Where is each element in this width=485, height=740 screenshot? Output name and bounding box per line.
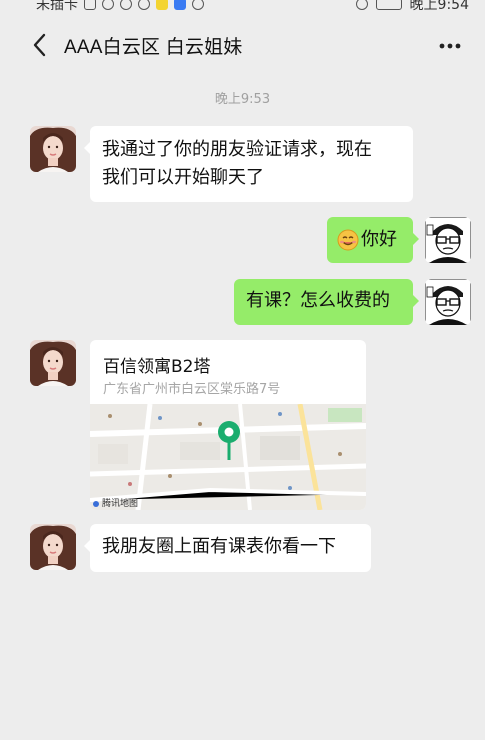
smile-emoji-icon — [337, 229, 359, 251]
message-text: 你好 — [361, 229, 397, 250]
chat-title: AAA白云区 白云姐妹 — [64, 37, 243, 58]
location-address: 广东省广州市白云区棠乐路7号 — [103, 382, 281, 397]
location-card[interactable]: 百信领寓B2塔 广东省广州市白云区棠乐路7号 腾讯地图 — [90, 340, 366, 510]
message-text: 我朋友圈上面有课表你看一下 — [102, 536, 336, 557]
chat-header: AAA白云区 白云姐妹 — [0, 22, 485, 68]
carrier-text: 未插卡 — [36, 0, 78, 12]
more-options-icon[interactable] — [437, 34, 463, 58]
alarm-icon — [120, 0, 132, 10]
message-text-line: 我通过了你的朋友验证请求，现在 — [102, 139, 372, 160]
sim-icon — [84, 0, 96, 10]
contact-avatar[interactable] — [30, 340, 76, 386]
battery-icon — [375, 0, 402, 10]
message-bubble[interactable]: 我朋友圈上面有课表你看一下 — [84, 524, 371, 572]
message-bubble-self[interactable]: 你好 — [327, 217, 419, 263]
my-avatar[interactable] — [425, 217, 471, 263]
message-text: 有课？怎么收费的 — [246, 290, 390, 311]
eye-icon — [355, 0, 368, 10]
message-bubble-self[interactable]: 有课？怎么收费的 — [234, 279, 419, 325]
wifi-icon — [102, 0, 114, 10]
map-credit: 腾讯地图 — [102, 499, 139, 509]
location-map[interactable] — [90, 404, 366, 510]
message-text-line: 我们可以开始聊天了 — [102, 167, 264, 188]
contact-avatar[interactable] — [30, 524, 76, 570]
shield-icon — [138, 0, 150, 10]
message-bubble[interactable]: 我通过了你的朋友验证请求，现在 我们可以开始聊天了 — [84, 126, 413, 202]
app-notification-icon — [156, 0, 168, 10]
location-name: 百信领寓B2塔 — [103, 357, 211, 377]
clock-text: 晚上9:54 — [409, 0, 469, 12]
contact-avatar[interactable] — [30, 126, 76, 172]
my-avatar[interactable] — [425, 279, 471, 325]
message-time-divider: 晚上9:53 — [214, 92, 271, 107]
status-bar: 未插卡 晚上9:54 — [0, 0, 485, 12]
back-arrow-icon[interactable] — [28, 30, 54, 60]
weibo-icon — [192, 0, 204, 10]
app-notification-icon-2 — [174, 0, 186, 10]
